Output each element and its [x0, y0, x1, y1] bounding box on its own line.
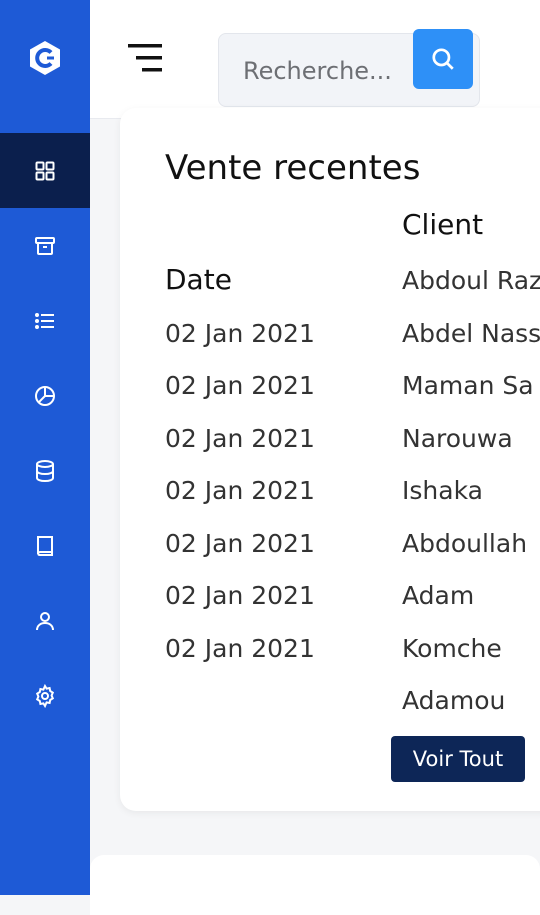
sidebar: [0, 0, 90, 895]
sidebar-item-list[interactable]: [0, 283, 90, 358]
table-cell-client: Abdoullah: [402, 529, 528, 558]
table-cell-client: Abdoul Raz: [402, 266, 540, 295]
user-icon: [36, 611, 54, 630]
table-cell-date: 02 Jan 2021: [165, 371, 315, 400]
sidebar-item-book[interactable]: [0, 508, 90, 583]
book-icon: [37, 535, 53, 556]
sidebar-item-archive[interactable]: [0, 208, 90, 283]
search-input[interactable]: [241, 48, 415, 94]
table-cell-date: 02 Jan 2021: [165, 634, 315, 663]
table-cell-date: 02 Jan 2021: [165, 476, 315, 505]
search-button[interactable]: [413, 29, 473, 89]
column-header-date: Date: [165, 263, 232, 296]
archive-box-icon: [35, 236, 55, 255]
client-column: Client Abdoul Raz Abdel Nass Maman Sa Na…: [402, 208, 540, 808]
search-icon: [432, 48, 454, 70]
pie-chart-icon: [35, 385, 55, 406]
dashboard-grid-icon: [35, 161, 55, 180]
app-logo-icon[interactable]: [27, 40, 63, 76]
table-cell-client: Adamou: [402, 686, 506, 715]
database-icon: [36, 459, 54, 482]
table-cell-client: Adam: [402, 581, 475, 610]
table-cell-date: 02 Jan 2021: [165, 581, 315, 610]
table-cell-client: Ishaka: [402, 476, 483, 505]
table-cell-date: 02 Jan 2021: [165, 319, 315, 348]
recent-sales-card: Vente recentes Date 02 Jan 2021 02 Jan 2…: [120, 108, 540, 811]
table-cell-date: 02 Jan 2021: [165, 424, 315, 453]
settings-gear-icon: [35, 683, 55, 708]
table-cell-client: Abdel Nass: [402, 319, 540, 348]
view-all-button[interactable]: Voir Tout: [391, 736, 525, 782]
sidebar-item-settings[interactable]: [0, 658, 90, 733]
secondary-card: [90, 855, 540, 915]
card-title: Vente recentes: [165, 148, 421, 188]
table-cell-client: Maman Sa: [402, 371, 534, 400]
sidebar-item-reports[interactable]: [0, 358, 90, 433]
table-cell-client: Komche: [402, 634, 502, 663]
table-cell-client: Narouwa: [402, 424, 513, 453]
search-box: [218, 29, 480, 107]
column-header-client: Client: [402, 208, 484, 241]
sidebar-item-database[interactable]: [0, 433, 90, 508]
sidebar-item-user[interactable]: [0, 583, 90, 658]
menu-toggle-icon[interactable]: [126, 42, 166, 76]
table-cell-date: 02 Jan 2021: [165, 529, 315, 558]
top-header: [90, 0, 540, 119]
sidebar-item-dashboard[interactable]: [0, 133, 90, 208]
list-icon: [35, 312, 54, 329]
